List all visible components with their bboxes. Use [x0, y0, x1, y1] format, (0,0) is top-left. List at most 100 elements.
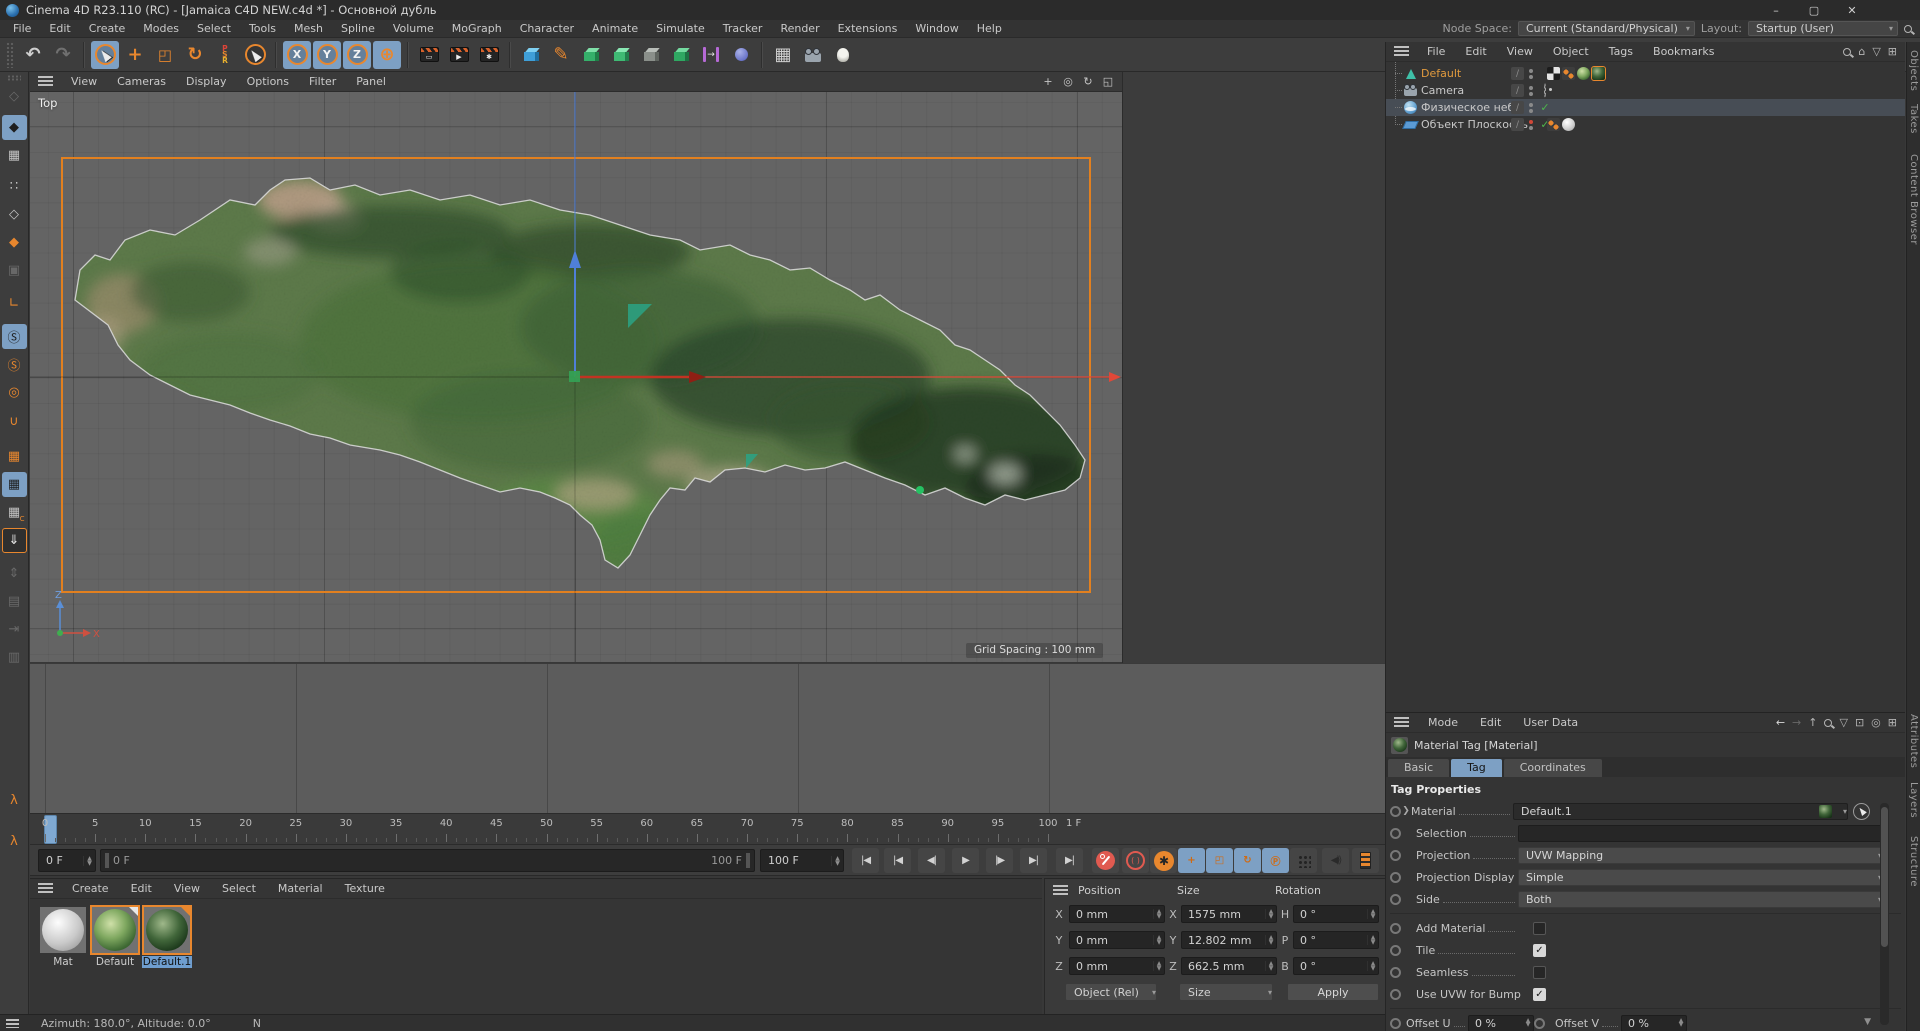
character-tool-1[interactable]: λ — [2, 788, 27, 813]
object-menu-bookmarks[interactable]: Bookmarks — [1643, 44, 1724, 59]
zoom-view-icon[interactable]: ◎ — [1060, 74, 1076, 90]
apply-button[interactable]: Apply — [1287, 983, 1379, 1001]
spinner-arrows-icon[interactable]: ▲ ▼ — [1265, 935, 1276, 946]
range-end-handle[interactable] — [746, 853, 750, 868]
spinner-arrows-icon[interactable]: ▲ ▼ — [1265, 909, 1276, 920]
magnet-tool-button[interactable]: ∪ — [2, 409, 27, 434]
panel-menu-icon[interactable] — [1394, 717, 1409, 728]
maximize-button[interactable]: ▢ — [1800, 0, 1828, 20]
title-bar[interactable]: Cinema 4D R23.110 (RC) - [Jamaica C4D NE… — [0, 0, 1920, 20]
size-y-field[interactable]: 12.802 mm ▲ ▼ — [1181, 931, 1277, 949]
seamless-checkbox[interactable] — [1533, 965, 1546, 979]
spinner-arrows-icon[interactable]: ▲ ▼ — [83, 855, 95, 866]
snap-target-button[interactable]: ◎ — [2, 380, 27, 405]
viewport-menu-view[interactable]: View — [61, 74, 107, 89]
phong-tag-icon[interactable] — [1562, 67, 1575, 80]
object-row-объект-плоскость[interactable]: Объект Плоскость ∕ ✓ — [1386, 116, 1905, 133]
object-row-физическое-небо[interactable]: Физическое небо ∕ ✓ — [1386, 99, 1905, 116]
tab-tag[interactable]: Tag — [1451, 759, 1502, 777]
size-x-field[interactable]: 1575 mm ▲ ▼ — [1181, 905, 1277, 923]
rotate-view-icon[interactable]: ↻ — [1080, 74, 1096, 90]
animation-dot-icon[interactable] — [1390, 922, 1401, 934]
planar-workplane-button[interactable]: ▦ C — [2, 500, 27, 525]
back-icon[interactable]: ← — [1776, 716, 1785, 729]
menu-animate[interactable]: Animate — [583, 21, 647, 36]
floor-environment-menu[interactable]: ▦ — [769, 41, 797, 69]
live-selection-tool[interactable] — [91, 40, 119, 69]
align-workplane-button[interactable]: ⇓ — [1, 528, 27, 553]
object-row-camera[interactable]: Camera ∕ — [1386, 82, 1905, 99]
visibility-toggle[interactable]: ∕ — [1511, 101, 1524, 114]
animation-dot-icon[interactable] — [1390, 805, 1401, 817]
editor-render-dots[interactable] — [1529, 119, 1533, 130]
animation-dot-icon[interactable] — [1390, 871, 1401, 883]
subdivision-surface-menu[interactable] — [577, 41, 605, 69]
selection-input[interactable] — [1518, 824, 1883, 842]
key-parameter-toggle[interactable]: Ⓟ — [1262, 848, 1289, 873]
offset-v-field[interactable]: 0 % ▲ ▼ — [1621, 1014, 1687, 1031]
scrollbar[interactable] — [1880, 803, 1889, 1025]
add-panel-icon[interactable]: ⊞ — [1888, 716, 1897, 729]
dock-tab-takes[interactable]: Takes — [1908, 104, 1919, 134]
lock-z-axis-button[interactable]: Z — [343, 40, 371, 69]
spinner-arrows-icon[interactable]: ▲ ▼ — [1153, 961, 1164, 972]
editor-render-dots[interactable] — [1529, 68, 1533, 79]
autokey-button[interactable]: ( ) — [1122, 848, 1149, 873]
undo-button[interactable]: ↶ — [19, 41, 47, 69]
scale-tool[interactable]: ◰ — [151, 41, 179, 69]
coordinate-system-button[interactable]: ⊕ — [373, 40, 401, 69]
forward-icon[interactable]: → — [1792, 716, 1801, 729]
animation-dot-icon[interactable] — [1534, 1017, 1545, 1029]
close-button[interactable]: ✕ — [1838, 0, 1866, 20]
target-tag-icon[interactable] — [1538, 83, 1552, 98]
snap-modes-button[interactable]: Ⓢ — [2, 352, 27, 377]
position-z-field[interactable]: 0 mm ▲ ▼ — [1069, 957, 1165, 975]
object-row-default[interactable]: Default ∕ — [1386, 65, 1905, 82]
timeline-key-area[interactable] — [30, 663, 1385, 814]
material-menu-select[interactable]: Select — [211, 881, 267, 896]
viewport-menu-panel[interactable]: Panel — [346, 74, 396, 89]
menu-help[interactable]: Help — [968, 21, 1011, 36]
dock-tab-layers[interactable]: Layers — [1908, 782, 1919, 818]
object-menu-view[interactable]: View — [1497, 44, 1543, 59]
position-y-field[interactable]: 0 mm ▲ ▼ — [1069, 931, 1165, 949]
key-position-toggle[interactable]: + — [1178, 848, 1205, 873]
panel-menu-icon[interactable] — [6, 1018, 19, 1028]
spinner-arrows-icon[interactable]: ▲ ▼ — [1367, 909, 1378, 920]
layout-dropdown[interactable]: Startup (User) ▾ — [1748, 21, 1898, 36]
polygon-mode-button[interactable]: ◆ — [2, 230, 27, 255]
next-key-button[interactable]: ▶| — [1020, 848, 1047, 873]
editor-render-dots[interactable] — [1529, 102, 1533, 113]
previous-frame-button[interactable]: ◀| — [918, 848, 945, 873]
viewport-menu-options[interactable]: Options — [237, 74, 299, 89]
key-scale-toggle[interactable]: ◰ — [1206, 848, 1233, 873]
attribute-menu-edit[interactable]: Edit — [1469, 715, 1512, 730]
menu-edit[interactable]: Edit — [40, 21, 79, 36]
offset-u-field[interactable]: 0 % ▲ ▼ — [1468, 1014, 1534, 1031]
rotation-b-field[interactable]: 0 ° ▲ ▼ — [1293, 957, 1379, 975]
projection-display-dropdown[interactable]: Simple▾ — [1518, 868, 1883, 886]
previous-key-button[interactable]: |◀ — [884, 848, 911, 873]
texture-mode-button[interactable]: ▦ — [2, 143, 27, 168]
spinner-arrows-icon[interactable]: ▲ ▼ — [1265, 961, 1276, 972]
generators-menu[interactable] — [607, 41, 635, 69]
rotation-p-field[interactable]: 0 ° ▲ ▼ — [1293, 931, 1379, 949]
animation-dot-icon[interactable] — [1390, 849, 1401, 861]
matwhite-tag-icon[interactable] — [1562, 118, 1575, 131]
spinner-arrows-icon[interactable]: ▲ ▼ — [831, 855, 843, 866]
menu-select[interactable]: Select — [188, 21, 240, 36]
object-menu-object[interactable]: Object — [1543, 44, 1599, 59]
sound-toggle-button[interactable]: ◀⟩⟩ — [1322, 848, 1349, 873]
deformers-menu[interactable]: → — [697, 41, 725, 69]
timeline-ruler[interactable]: 1 F 0 5 10 15 20 25 30 35 40 45 50 55 60 65 70 75 80 85 90… — [30, 813, 1385, 845]
psr-recent-tools[interactable]: PSR — [211, 41, 239, 69]
spinner-arrows-icon[interactable]: ▲ ▼ — [1676, 1017, 1686, 1028]
panel-menu-icon[interactable] — [1053, 885, 1068, 896]
toolbar-grip[interactable] — [6, 41, 14, 68]
spinner-arrows-icon[interactable]: ▲ ▼ — [1367, 935, 1378, 946]
mograph-cloner-menu[interactable] — [667, 41, 695, 69]
material-link-field[interactable]: Default.1 ▾ — [1513, 802, 1848, 820]
go-to-start-button[interactable]: |◀ — [852, 848, 879, 873]
current-frame-spinner[interactable]: 0 F ▲ ▼ — [38, 849, 96, 872]
panel-menu-icon[interactable] — [1394, 46, 1409, 57]
